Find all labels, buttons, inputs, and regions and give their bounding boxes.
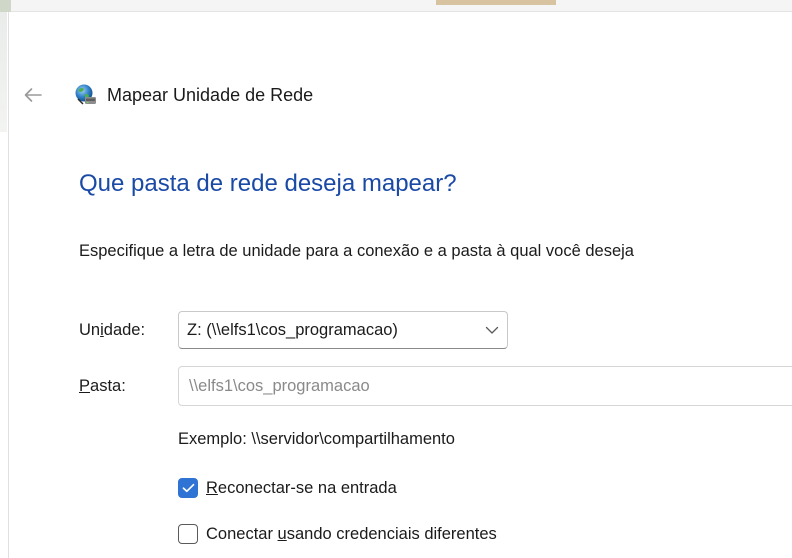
credentials-checkbox-box[interactable] [178,524,198,544]
credentials-label: Conectar usando credenciais diferentes [206,524,497,543]
reconnect-at-signin-checkbox[interactable]: Reconectar-se na entrada [178,478,397,498]
folder-path-input[interactable]: \\elfs1\cos_programacao [178,366,792,406]
network-drive-icon [73,82,99,108]
checkmark-icon [182,483,194,493]
back-button[interactable] [20,82,46,108]
background-window-edge-left [0,12,7,132]
dialog-header: Mapear Unidade de Rede [20,78,313,112]
dialog-window: Mapear Unidade de Rede Que pasta de rede… [0,0,792,558]
different-credentials-checkbox[interactable]: Conectar usando credenciais diferentes [178,524,497,544]
drive-letter-value: Z: (\\elfs1\cos_programacao) [187,320,398,339]
chevron-down-icon [477,326,507,335]
arrow-left-icon [24,88,42,102]
main-instruction: Que pasta de rede deseja mapear? [79,170,457,197]
drive-letter-dropdown[interactable]: Z: (\\elfs1\cos_programacao) [178,311,508,349]
window-left-border [8,12,9,558]
drive-label: Unidade: [79,321,146,339]
instruction-description: Especifique a letra de unidade para a co… [79,242,634,260]
window-top-edge [11,0,792,12]
background-window-edge [436,0,556,5]
reconnect-checkbox-box[interactable] [178,478,198,498]
folder-example-text: Exemplo: \\servidor\compartilhamento [178,430,455,448]
background-window-corner [0,0,11,12]
reconnect-label: Reconectar-se na entrada [206,478,397,497]
folder-label-accel: P [79,377,91,395]
folder-label: Pasta: [79,377,126,395]
folder-path-value: \\elfs1\cos_programacao [189,376,370,395]
dialog-title: Mapear Unidade de Rede [107,84,314,105]
